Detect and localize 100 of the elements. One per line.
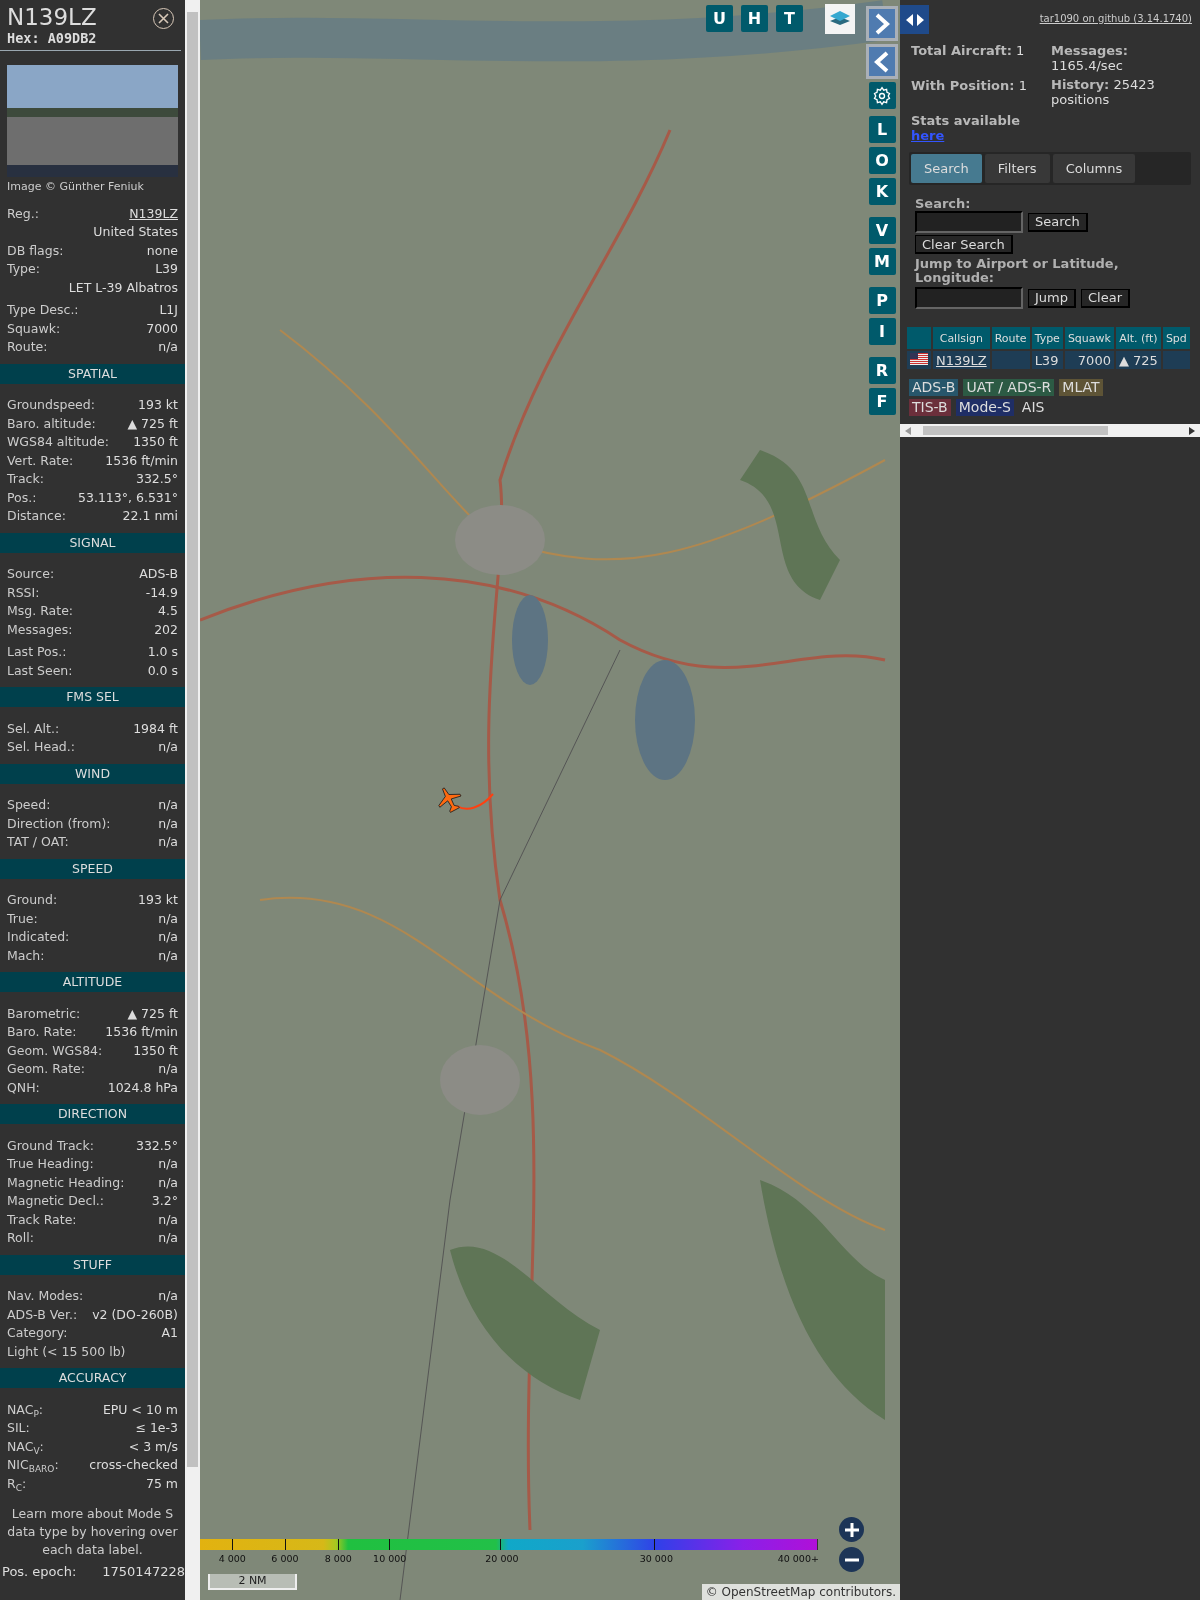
field-value: A1 [160,1325,178,1341]
column-header[interactable]: Type [1031,327,1063,349]
map-toggle-button[interactable]: P [868,287,896,314]
aircraft-callsign: N139LZ [7,4,97,30]
field-label: Reg.: [7,205,39,221]
field-value: 3.2° [150,1193,178,1209]
map-toggle-button[interactable]: V [868,217,896,244]
field-label: Jump to Airport or Latitude, Longitude: [915,257,1120,285]
github-link[interactable]: tar1090 on github (3.14.1740) [1039,13,1192,24]
column-header[interactable]: Callsign [933,327,990,349]
field-value: n/a [157,1174,178,1190]
field-label: Geom. WGS84: [7,1042,103,1058]
jump-field[interactable] [915,287,1023,309]
tab[interactable]: Search [911,154,982,183]
map-toggle-button[interactable]: H [741,5,768,32]
field-value: < 3 m/s [127,1438,178,1454]
source-tag: Mode-S [955,399,1014,416]
clear-button[interactable]: Clear [1081,288,1130,308]
tab[interactable]: Columns [1052,154,1136,183]
map-toggle-button[interactable]: R [868,357,896,384]
map-toggle-button[interactable]: T [776,5,803,32]
field-value: 1024.8 hPa [106,1079,178,1095]
jump-button[interactable]: Jump [1028,288,1076,308]
map-toggle-button[interactable]: K [868,178,896,205]
field-value: 1350 ft [132,1042,178,1058]
field-value: n/a [157,1230,178,1246]
map-toggle-button[interactable]: L [868,116,896,143]
tab[interactable]: Filters [984,154,1050,183]
chevron-left-icon [874,50,890,73]
field-value: United States [92,224,178,240]
field-value: 1.0 s [146,644,178,660]
settings-button[interactable] [868,82,896,109]
registration-link[interactable]: N139LZ [129,205,178,221]
field-label: Source: [7,566,55,582]
altitude-label: 20 000 [485,1553,519,1564]
field-label: Indicated: [7,929,70,945]
table-cell: L39 [1031,351,1063,369]
column-header[interactable]: Squawk [1064,327,1114,349]
source-tag: AIS [1018,399,1048,416]
scroll-left-icon[interactable] [905,426,911,435]
section-header: STUFF [0,1254,185,1275]
left-right-arrows-icon [904,12,925,27]
field-value: n/a [157,815,178,831]
field-value: 1984 ft [132,720,178,736]
field-value: cross-checked [88,1457,178,1473]
field-value: EPU < 10 m [101,1401,178,1417]
vertical-scrollbar[interactable] [185,0,200,1600]
expand-button[interactable] [866,6,898,41]
field-value: v2 (DO-260B) [91,1306,178,1322]
field-value: n/a [157,910,178,926]
chevron-right-icon [874,12,890,35]
field-value: -14.9 [144,584,178,600]
source-tag: ADS-B [909,379,959,396]
collapse-button[interactable] [866,44,898,79]
search-button[interactable]: Search [1028,212,1088,232]
altitude-label: 4 000 [218,1553,246,1564]
map-toggle-button[interactable]: U [706,5,733,32]
map-toggle-button[interactable]: I [868,318,896,345]
section-header: ALTITUDE [0,972,185,992]
map-toggle-button[interactable]: M [868,248,896,275]
field-label: Ground: [7,892,58,908]
field-label: ADS-B Ver.: [7,1306,78,1322]
map-toggle-button[interactable]: O [868,147,896,174]
table-cell [991,351,1030,369]
section-header: SPEED [0,858,185,879]
altitude-label: 40 000+ [777,1553,819,1564]
field-label: DB flags: [7,242,64,258]
field-label: Sel. Head.: [7,739,75,755]
section-header: SPATIAL [0,363,185,384]
field-value: 22.1 nmi [121,508,178,524]
map-toggle-button[interactable]: F [868,388,896,415]
field-label: Light (< 15 500 lb) [7,1343,126,1359]
field-value: n/a [157,834,178,850]
attribution-link[interactable]: OpenStreetMap [721,1585,816,1599]
scroll-right-icon[interactable] [1189,426,1195,435]
field-label: Geom. Rate: [7,1061,86,1077]
field-value: 193 kt [137,397,178,413]
column-header[interactable]: Route [991,327,1030,349]
field-value: 202 [153,621,178,637]
stat-text: Total Aircraft: 1 [911,43,1026,58]
search-field[interactable] [915,211,1023,233]
field-label: True: [7,910,38,926]
toggle-panel-button[interactable] [900,5,929,34]
field-value: n/a [157,1211,178,1227]
column-header[interactable]: Spd [1162,327,1190,349]
source-tag: MLAT [1059,379,1103,396]
clear-search-button[interactable]: Clear Search [915,235,1013,254]
field-label: NIC$_{BARO}$: [7,1457,59,1473]
settings-icon [872,85,892,106]
column-header[interactable]: Alt. (ft) [1115,327,1161,349]
field-label: Direction (from): [7,815,111,831]
aircraft-icon[interactable] [435,785,463,813]
horizontal-scrollbar[interactable] [900,424,1200,437]
field-label: RSSI: [7,584,40,600]
field-value: ▲ 725 ft [126,415,178,431]
field-label: Search: [915,197,971,211]
field-value: n/a [157,739,178,755]
stat-text: History: 25423 positions [1051,77,1156,107]
layers-button[interactable] [825,4,855,34]
field-label: NAC$_{V}$: [7,1438,44,1454]
